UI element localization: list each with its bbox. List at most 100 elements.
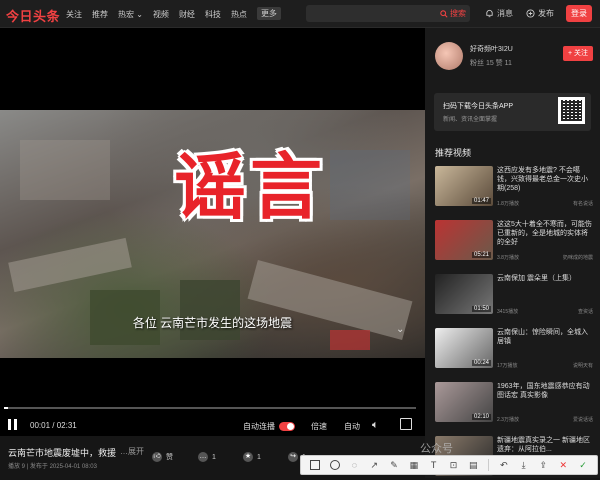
ocr-tool-icon[interactable]: ▤ bbox=[468, 460, 478, 470]
video-thumbnail[interactable]: 01:47 bbox=[435, 166, 493, 206]
messages-label: 消息 bbox=[497, 9, 513, 18]
video-thumbnail[interactable]: 01:50 bbox=[435, 274, 493, 314]
progress-fill bbox=[4, 407, 9, 409]
recommended-item[interactable]: 01:50 云南保加 震朵里（上集） 3415播放 查资话 bbox=[435, 274, 595, 318]
search-button[interactable]: 搜索 bbox=[440, 8, 466, 19]
video-player[interactable]: 谣言 ⌄ 各位 云南芒市发生的这场地震 00:01 / 02:31 自动连播 倍… bbox=[0, 28, 425, 436]
recommended-meta: 2.3万播放 爱说话话 bbox=[497, 416, 593, 423]
nav-item-video[interactable]: 视频 bbox=[153, 9, 169, 20]
fullscreen-icon[interactable] bbox=[400, 418, 412, 430]
recommended-views: 1.8万播放 bbox=[497, 201, 519, 207]
recommended-title[interactable]: 云南保山：惊险瞬间，全城入居镇 bbox=[497, 328, 593, 346]
author-avatar[interactable] bbox=[435, 42, 463, 70]
recommended-views: 3.8万播放 bbox=[497, 255, 519, 261]
recommended-item[interactable]: 01:47 这西应发有多地震? 不会噶钱，兴致得最老总金一次史小期(258) 1.8… bbox=[435, 166, 595, 210]
author-name[interactable]: 好奇频叶3I2U bbox=[470, 44, 513, 54]
sidebar: 好奇频叶3I2U 粉丝 15 赞 11 + 关注 扫码下载今日头条APP 新闻、… bbox=[425, 28, 600, 478]
recommended-title[interactable]: 这这5大十着全不寒而，可能伤已重新的，全是地城的实体将的全好 bbox=[497, 220, 593, 247]
site-logo[interactable]: 今日头条 bbox=[6, 6, 60, 25]
nav-more-button[interactable]: 更多 bbox=[256, 7, 281, 20]
nav-item-tech[interactable]: 科技 bbox=[205, 9, 221, 20]
annotation-toolbar: ◌ ↗ ✎ ▦ T ⊡ ▤ ↶ ⤓ ⇪ ✕ ✓ bbox=[300, 455, 598, 475]
volume-icon[interactable]: 🔈︎ bbox=[372, 419, 379, 432]
autoplay-toggle[interactable]: 自动连播 bbox=[243, 421, 295, 432]
video-thumbnail[interactable]: 05:21 bbox=[435, 220, 493, 260]
video-duration: 01:50 bbox=[471, 306, 491, 312]
recommended-author: 查资话 bbox=[577, 309, 593, 315]
video-meta: 播放 9 | 发布于 2025-04-01 08:03 bbox=[8, 464, 97, 470]
rumor-overlay-text: 谣言 bbox=[172, 144, 326, 231]
plus-circle-icon bbox=[526, 9, 535, 18]
pin-tool-icon[interactable]: ⊡ bbox=[448, 460, 458, 470]
nav-item-finance[interactable]: 财经 bbox=[179, 9, 195, 20]
nav-item-follow[interactable]: 关注 bbox=[66, 9, 82, 20]
video-duration: 02:10 bbox=[471, 414, 491, 420]
pen-tool-icon[interactable]: ✎ bbox=[389, 460, 399, 470]
star-icon: ★ bbox=[243, 452, 253, 462]
nav-item-hot-dropdown[interactable]: 热宏 ⌄ bbox=[118, 9, 143, 20]
publish-button[interactable]: 发布 bbox=[526, 8, 554, 19]
video-title: 云南芒市地震废墟中，救援 bbox=[8, 448, 117, 458]
confirm-icon[interactable]: ✓ bbox=[578, 460, 588, 470]
recommended-views: 2.3万播放 bbox=[497, 417, 519, 423]
comment-button[interactable]: … 1 bbox=[198, 452, 216, 462]
search-button-label: 搜索 bbox=[450, 9, 466, 18]
recommended-heading: 推荐视频 bbox=[435, 148, 472, 158]
time-display: 00:01 / 02:31 bbox=[30, 421, 77, 430]
main-nav: 关注 推荐 热宏 ⌄ 视频 财经 科技 热点 更多 bbox=[66, 7, 281, 20]
search-input[interactable]: 搜索 bbox=[306, 5, 470, 22]
recommended-meta: 1.8万播放 有名说话 bbox=[497, 200, 593, 207]
publish-label: 发布 bbox=[538, 9, 554, 18]
total-time: 02:31 bbox=[56, 421, 77, 430]
toggle-switch[interactable] bbox=[279, 422, 295, 431]
mosaic-tool-icon[interactable]: ▦ bbox=[409, 460, 419, 470]
undo-icon[interactable]: ↶ bbox=[499, 460, 509, 470]
author-stats: 粉丝 15 赞 11 bbox=[470, 60, 512, 67]
login-button[interactable]: 登录 bbox=[566, 5, 592, 22]
share-icon: ↪ bbox=[288, 452, 298, 462]
autoplay-label: 自动连播 bbox=[243, 422, 275, 431]
nav-item-trending[interactable]: 热点 bbox=[231, 9, 247, 20]
progress-bar[interactable] bbox=[4, 407, 416, 409]
recommended-item[interactable]: 00:24 云南保山：惊险瞬间，全城入居镇 17万播放 说明天有 bbox=[435, 328, 595, 372]
recommended-item[interactable]: 05:21 这这5大十着全不寒而，可能伤已重新的，全是地城的实体将的全好 3.8万播… bbox=[435, 220, 595, 264]
thumbs-up-icon: 👍︎ bbox=[152, 452, 162, 462]
favorite-button[interactable]: ★ 1 bbox=[243, 452, 261, 462]
video-thumbnail[interactable]: 00:24 bbox=[435, 328, 493, 368]
recommended-title[interactable]: 这西应发有多地震? 不会噶钱，兴致得最老总金一次史小期(258) bbox=[497, 166, 593, 193]
expand-link[interactable]: …展开 bbox=[120, 446, 144, 457]
save-icon[interactable]: ⤓ bbox=[519, 460, 529, 470]
recommended-item[interactable]: 02:10 1963年，国东地震感恭应有动图话宏 真实影像 2.3万播放 爱说话话 bbox=[435, 382, 595, 426]
video-thumbnail[interactable]: 02:10 bbox=[435, 382, 493, 422]
bell-icon bbox=[486, 9, 493, 18]
nav-item-recommend[interactable]: 推荐 bbox=[92, 9, 108, 20]
close-icon[interactable]: ✕ bbox=[558, 460, 568, 470]
recommended-title[interactable]: 云南保加 震朵里（上集） bbox=[497, 274, 593, 283]
rectangle-tool-icon[interactable] bbox=[309, 460, 320, 470]
recommended-title[interactable]: 新疆地震真实录之一 新疆地区遗弃：从阿拉伯... bbox=[497, 436, 593, 454]
recommended-author: 爱说话话 bbox=[572, 417, 593, 423]
like-button[interactable]: 👍︎ 赞 bbox=[152, 452, 173, 462]
follow-button[interactable]: + 关注 bbox=[563, 46, 593, 61]
speed-button[interactable]: 倍速 bbox=[311, 421, 327, 432]
app-download-banner[interactable]: 扫码下载今日头条APP 新闻、资讯全面掌握 bbox=[434, 93, 591, 131]
arrow-tool-icon[interactable]: ↗ bbox=[369, 460, 379, 470]
video-subtitle: 各位 云南芒市发生的这场地震 bbox=[132, 316, 293, 330]
ellipse-tool-icon[interactable] bbox=[329, 460, 340, 470]
comment-icon: … bbox=[198, 452, 208, 462]
recommended-meta: 3.8万播放 奶咪成的地震 bbox=[497, 254, 593, 261]
lasso-tool-icon[interactable]: ◌ bbox=[349, 460, 359, 470]
recommended-author: 奶咪成的地震 bbox=[562, 255, 593, 261]
favorite-count: 1 bbox=[257, 453, 261, 461]
recommended-meta: 3415播放 查资话 bbox=[497, 308, 593, 315]
app-download-title: 扫码下载今日头条APP bbox=[443, 103, 514, 110]
video-duration: 05:21 bbox=[471, 252, 491, 258]
text-tool-icon[interactable]: T bbox=[429, 460, 439, 470]
quality-button[interactable]: 自动 bbox=[344, 421, 360, 432]
pause-icon bbox=[8, 419, 11, 430]
messages-button[interactable]: 消息 bbox=[485, 8, 513, 19]
player-controls: 00:01 / 02:31 自动连播 倍速 自动 🔈︎ bbox=[0, 415, 425, 437]
recommended-title[interactable]: 1963年，国东地震感恭应有动图话宏 真实影像 bbox=[497, 382, 593, 400]
pause-button[interactable] bbox=[8, 419, 18, 430]
share-tool-icon[interactable]: ⇪ bbox=[538, 460, 548, 470]
